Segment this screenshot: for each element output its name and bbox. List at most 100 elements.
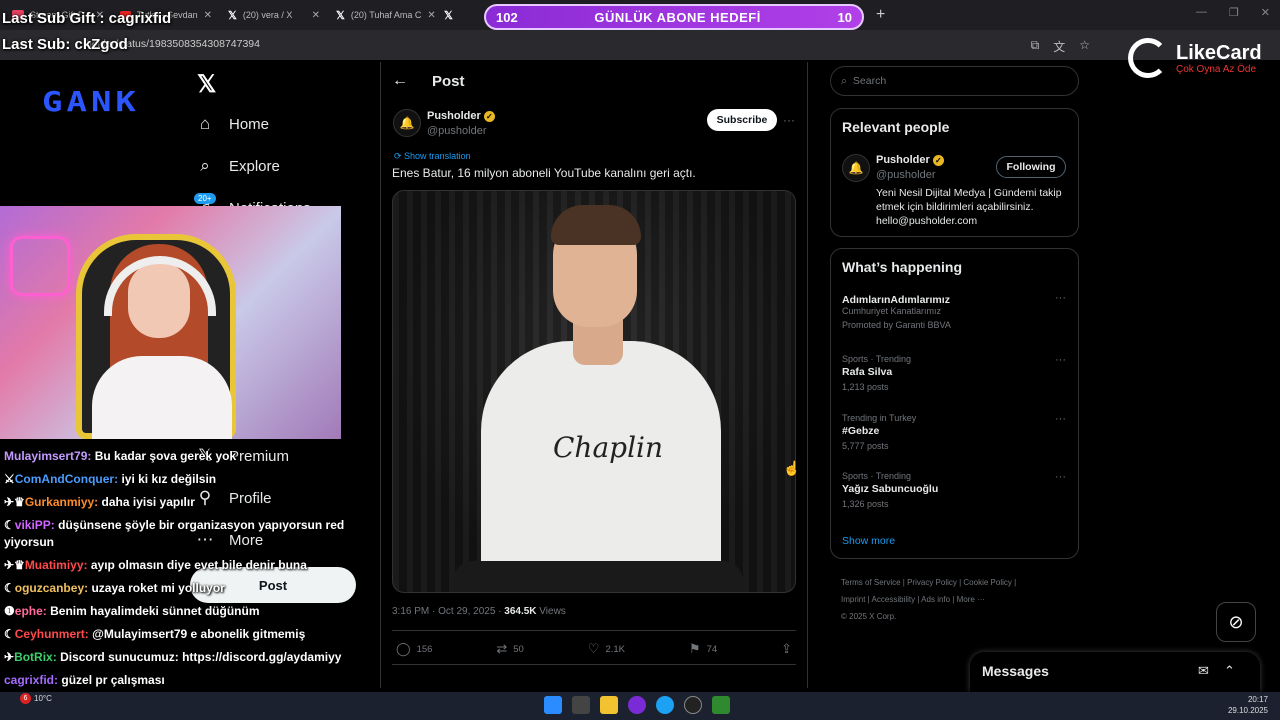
close-tab-icon[interactable]: ✕ (427, 10, 435, 21)
expand-icon[interactable]: ⌃ (1224, 663, 1235, 679)
nav-explore[interactable]: ⌕ Explore (195, 156, 280, 176)
search-placeholder: Search (852, 75, 887, 87)
maximize-icon[interactable]: ❐ (1229, 6, 1239, 19)
close-tab-icon[interactable]: ✕ (204, 10, 212, 21)
post-actions: ◯ 156 ⇄ 50 ♡ 2.1K ⚑ 74 ⇪ (396, 641, 792, 657)
weather[interactable]: 10°C (34, 694, 52, 703)
person-name[interactable]: Pusholder ✓ (876, 154, 944, 166)
windows-start-icon[interactable] (544, 696, 562, 714)
chat-username[interactable]: Ceyhunmert: (15, 627, 89, 641)
author-name[interactable]: Pusholder ✓ (427, 110, 495, 122)
trend-more-icon[interactable]: ··· (1055, 413, 1066, 425)
chat-badge-icon: ☾ (4, 518, 15, 532)
x-logo-icon[interactable]: 𝕏 (197, 70, 216, 99)
chat-username[interactable]: Mulayimsert79: (4, 449, 91, 463)
post-image[interactable]: Chaplin (392, 190, 796, 593)
chat-username[interactable]: oguzcanbey: (15, 581, 88, 595)
obs-icon[interactable] (628, 696, 646, 714)
task-view-icon[interactable] (572, 696, 590, 714)
show-more-link[interactable]: Show more (842, 535, 895, 547)
trend-item[interactable]: Sports · Trending Rafa Silva 1,213 posts ··… (842, 354, 1072, 392)
install-icon[interactable]: ⧉ (1031, 38, 1040, 55)
bookmark-star-icon[interactable]: ☆ (1079, 38, 1090, 55)
chat-username[interactable]: ComAndConquer: (15, 472, 118, 486)
verified-icon: ✓ (483, 111, 495, 122)
grok-icon[interactable]: ⊘ (1216, 602, 1256, 642)
show-translation-link[interactable]: ⟳ Show translation (394, 151, 471, 162)
chat-badge-icon: ⚔ (4, 472, 15, 486)
chat-badge-icon: ☾ (4, 581, 15, 595)
chat-username[interactable]: ephe: (15, 604, 47, 618)
file-explorer-icon[interactable] (600, 696, 618, 714)
chat-username[interactable]: BotRix: (14, 650, 57, 664)
chat-badge-icon: ❶ (4, 604, 15, 618)
chat-username[interactable]: cagrixfid: (4, 673, 58, 687)
trend-item[interactable]: Sports · Trending Yağız Sabuncuoğlu 1,326 … (842, 471, 1072, 509)
close-window-icon[interactable]: ✕ (1261, 6, 1270, 19)
like-button[interactable]: ♡ 2.1K (588, 641, 625, 657)
trend-item[interactable]: Trending in Turkey #Gebze 5,777 posts ··· (842, 413, 1072, 451)
g-app-icon[interactable] (684, 696, 702, 714)
chat-text: Bu kadar şova gerek yok (94, 449, 237, 463)
chat-badge-icon: ✈♛ (4, 495, 25, 509)
chat-message: ✈BotRix: Discord sunucumuz: https://disc… (4, 649, 376, 666)
chrome-icon[interactable] (656, 696, 674, 714)
notification-count: 6 (20, 693, 31, 704)
tab-label: (20) vera / X (242, 10, 293, 20)
chat-text: @Mulayimsert79 e abonelik gitmemiş (92, 627, 306, 641)
chat-message: Mulayimsert79: Bu kadar şova gerek yok (4, 448, 376, 465)
messages-drawer[interactable]: Messages ✉ ⌃ (970, 652, 1260, 692)
chat-username[interactable]: vikiPP: (15, 518, 55, 532)
footer-line[interactable]: Imprint | Accessibility | Ads info | Mor… (841, 591, 1071, 608)
browser-tab[interactable]: 𝕏 (20) Tuhaf Ama C ✕ (328, 2, 436, 28)
back-arrow-icon[interactable]: ← (392, 72, 408, 90)
trend-more-icon[interactable]: ··· (1055, 354, 1066, 366)
system-clock[interactable]: 20:17 29.10.2025 (1228, 694, 1268, 716)
trend-subtitle: Cumhuriyet Kanatlarımız (842, 306, 942, 316)
minimize-icon[interactable]: — (1196, 6, 1207, 19)
nav-home[interactable]: ⌂ Home (195, 114, 269, 134)
subscribe-button[interactable]: Subscribe (707, 109, 777, 131)
person-avatar[interactable]: 🔔 (842, 154, 870, 182)
person-handle[interactable]: @pusholder (876, 169, 935, 181)
browser-tab[interactable]: 𝕏 (20) vera / X ✕ (220, 2, 328, 28)
bookmark-button[interactable]: ⚑ 74 (689, 641, 717, 657)
messages-label: Messages (982, 663, 1049, 679)
trend-posts: 5,777 posts (842, 441, 889, 451)
share-button[interactable]: ⇪ (781, 641, 792, 657)
trend-title: Rafa Silva (842, 366, 893, 378)
reply-button[interactable]: ◯ 156 (396, 641, 432, 657)
author-handle[interactable]: @pusholder (427, 125, 486, 137)
chat-text: daha iyisi yapılır (101, 495, 195, 509)
chat-text: uzaya roket mi yolluyor (91, 581, 225, 595)
search-input[interactable]: ⌕ Search (830, 66, 1079, 96)
chat-text: güzel pr çalışması (61, 673, 165, 687)
chat-username[interactable]: Gurkanmiyy: (25, 495, 98, 509)
x-tab-icon: 𝕏 (444, 9, 453, 22)
chat-text: Benim hayalimdeki sünnet düğünüm (50, 604, 260, 618)
mouse-cursor-icon: ☝ (783, 460, 801, 476)
post-more-icon[interactable]: ··· (783, 113, 795, 127)
close-tab-icon[interactable]: ✕ (312, 10, 320, 21)
stream-chat: Mulayimsert79: Bu kadar şova gerek yok ⚔C… (4, 448, 376, 718)
chat-text: iyi ki kız değilsin (121, 472, 217, 486)
new-tab-icon[interactable]: + (876, 6, 885, 24)
following-button[interactable]: Following (996, 156, 1066, 178)
trend-posts: 1,213 posts (842, 382, 889, 392)
author-avatar[interactable]: 🔔 (393, 109, 421, 137)
footer-line[interactable]: Terms of Service | Privacy Policy | Cook… (841, 574, 1071, 591)
trend-more-icon[interactable]: ··· (1055, 471, 1066, 483)
reply-icon: ◯ (396, 641, 411, 656)
trend-item[interactable]: AdımlarınAdımlarımız Cumhuriyet Kanatları… (842, 292, 1072, 330)
repost-button[interactable]: ⇄ 50 (496, 641, 523, 657)
share-icon: ⇪ (781, 641, 792, 656)
translate-icon[interactable]: 文 (1053, 38, 1065, 55)
chat-badge-icon: ✈ (4, 650, 15, 664)
heart-icon: ♡ (587, 641, 600, 656)
nav-explore-label: Explore (229, 157, 280, 175)
kick-icon[interactable] (712, 696, 730, 714)
new-message-icon[interactable]: ✉ (1198, 663, 1209, 679)
goal-current: 102 (496, 9, 518, 25)
chat-username[interactable]: Muatimiyy: (25, 558, 88, 572)
trend-more-icon[interactable]: ··· (1055, 292, 1066, 304)
